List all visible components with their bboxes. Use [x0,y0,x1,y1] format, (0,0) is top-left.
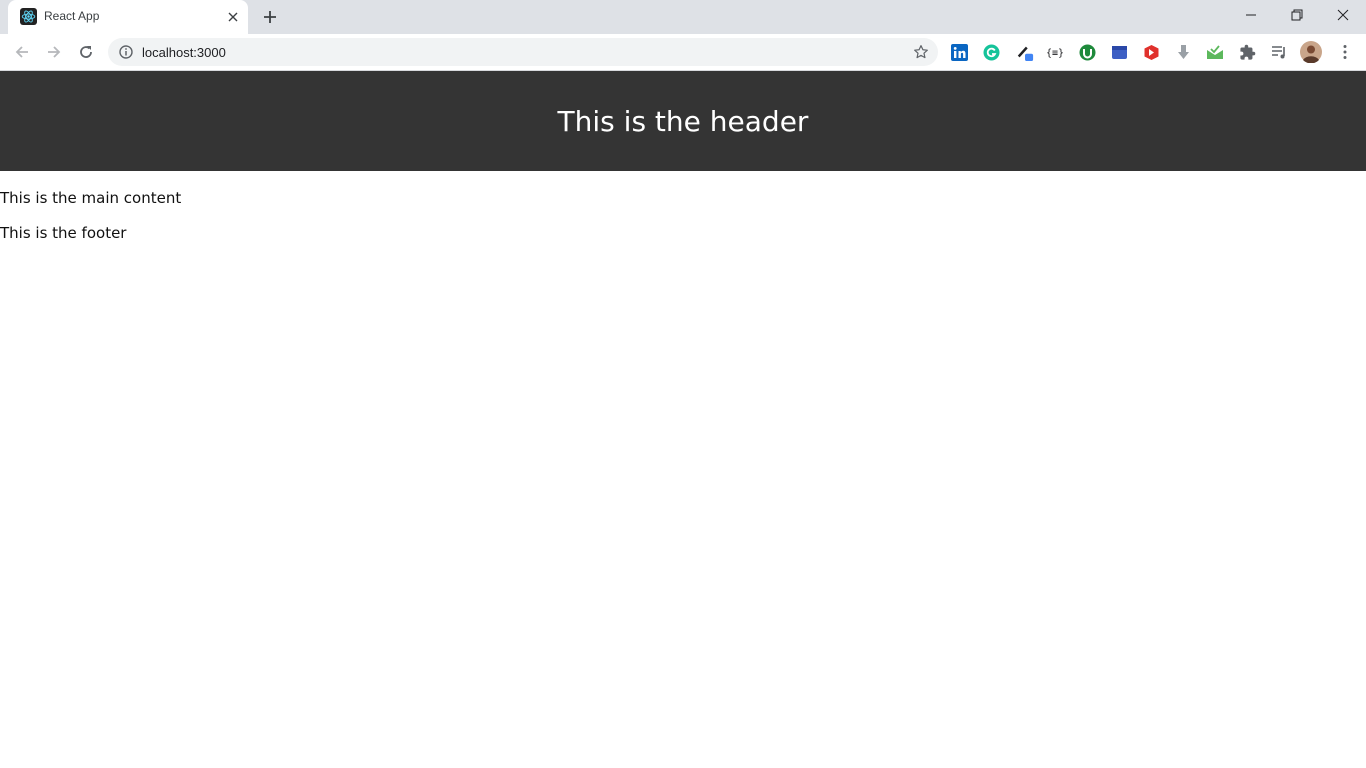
footer-text: This is the footer [0,224,127,242]
pen-tool-icon[interactable] [1016,43,1034,61]
tab-react-app[interactable]: React App [8,0,248,34]
download-icon[interactable] [1174,43,1192,61]
browser-toolbar: localhost:3000 {≡} [0,34,1366,71]
close-window-button[interactable] [1320,0,1366,30]
site-info-icon[interactable] [118,44,134,60]
page-viewport: This is the header This is the main cont… [0,71,1366,768]
mail-tracker-icon[interactable] [1206,43,1224,61]
reload-button[interactable] [72,38,100,66]
app-main: This is the main content [0,189,1366,207]
restore-window-button[interactable] [1274,0,1320,30]
profile-avatar-icon[interactable] [1300,41,1322,63]
address-bar[interactable]: localhost:3000 [108,38,938,66]
bookmark-star-icon[interactable] [912,43,930,61]
tab-strip: React App [0,0,1366,34]
main-content-text: This is the main content [0,189,182,207]
close-tab-icon[interactable] [224,8,242,26]
tab-title: React App [44,9,100,23]
green-extension-icon[interactable] [1078,43,1096,61]
media-control-icon[interactable] [1270,43,1288,61]
url-text[interactable]: localhost:3000 [142,45,226,60]
extensions-puzzle-icon[interactable] [1238,43,1256,61]
blue-extension-icon[interactable] [1110,43,1128,61]
svg-text:{≡}: {≡} [1046,48,1064,59]
minimize-window-button[interactable] [1228,0,1274,30]
app-footer: This is the footer [0,224,1366,242]
browser-menu-icon[interactable] [1336,43,1354,61]
json-formatter-icon[interactable]: {≡} [1046,43,1064,61]
grammarly-icon[interactable] [982,43,1000,61]
linkedin-icon[interactable] [950,43,968,61]
react-logo-icon [20,8,37,25]
header-title: This is the header [557,104,809,138]
new-tab-button[interactable] [258,5,282,29]
app-header: This is the header [0,71,1366,171]
back-button[interactable] [8,38,36,66]
red-extension-icon[interactable] [1142,43,1160,61]
forward-button[interactable] [40,38,68,66]
